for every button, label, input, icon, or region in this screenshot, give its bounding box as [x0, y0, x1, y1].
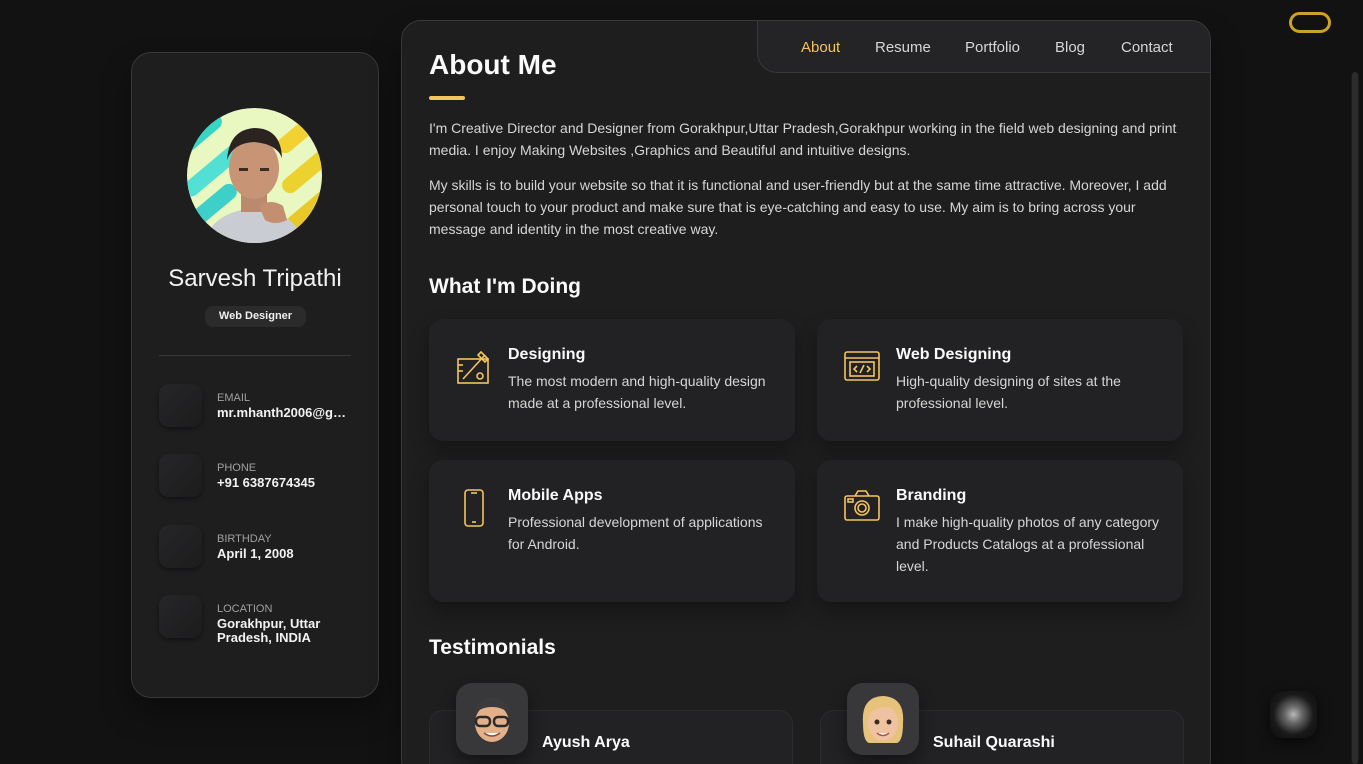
service-card: Mobile Apps Professional development of … [429, 460, 795, 602]
contact-value: April 1, 2008 [217, 546, 294, 561]
contact-email[interactable]: EMAIL mr.mhanth2006@gm... [159, 384, 359, 428]
navbar: About Resume Portfolio Blog Contact [757, 21, 1210, 73]
scrollbar[interactable] [1351, 72, 1359, 764]
smartphone-icon [464, 489, 484, 527]
service-title: Mobile Apps [508, 487, 603, 504]
contact-value[interactable]: +91 6387674345 [217, 476, 352, 490]
theme-toggle[interactable] [1289, 12, 1331, 33]
contact-location: LOCATION Gorakhpur, Uttar Pradesh, INDIA [159, 595, 359, 645]
page-title: About Me [429, 49, 557, 80]
sidebar-divider [159, 355, 351, 356]
service-card: Branding I make high-quality photos of a… [817, 460, 1183, 602]
design-icon [457, 350, 490, 384]
nav-about[interactable]: About [801, 39, 840, 56]
service-card: Web Designing High-quality designing of … [817, 319, 1183, 441]
calendar-icon [159, 525, 202, 568]
service-text: I make high-quality photos of any catego… [896, 514, 1160, 574]
contact-value: Gorakhpur, Uttar Pradesh, INDIA [217, 616, 321, 645]
nav-portfolio[interactable]: Portfolio [965, 39, 1020, 56]
services-heading: What I'm Doing [429, 275, 581, 298]
main-panel: About Resume Portfolio Blog Contact Abou… [401, 20, 1211, 764]
contact-label: BIRTHDAY [217, 533, 272, 545]
service-title: Branding [896, 487, 967, 504]
location-icon [159, 595, 202, 638]
contact-label: EMAIL [217, 392, 251, 404]
profile-title-badge: Web Designer [205, 306, 306, 327]
contact-phone[interactable]: PHONE +91 6387674345 [159, 454, 359, 498]
camera-icon [844, 490, 880, 521]
nav-contact[interactable]: Contact [1121, 39, 1173, 56]
about-paragraph: My skills is to build your website so th… [429, 177, 1167, 237]
avatar [847, 683, 919, 755]
service-title: Web Designing [896, 346, 1012, 363]
testimonial-name: Ayush Arya [542, 734, 630, 751]
profile-sidebar: Sarvesh Tripathi Web Designer EMAIL mr.m… [131, 52, 379, 698]
service-card: Designing The most modern and high-quali… [429, 319, 795, 441]
service-text: High-quality designing of sites at the p… [896, 373, 1121, 411]
service-text: Professional development of applications… [508, 514, 763, 552]
nav-resume[interactable]: Resume [875, 39, 931, 56]
contact-label: PHONE [217, 462, 257, 474]
contact-value[interactable]: mr.mhanth2006@gm... [217, 406, 352, 420]
title-underline [429, 96, 465, 100]
service-text: The most modern and high-quality design … [508, 373, 766, 411]
phone-icon [159, 454, 202, 497]
about-paragraph: I'm Creative Director and Designer from … [429, 120, 1177, 158]
profile-name: Sarvesh Tripathi [168, 265, 342, 292]
scrollbar-thumb[interactable] [1352, 72, 1358, 764]
contact-label: LOCATION [217, 603, 273, 615]
code-window-icon [844, 351, 880, 381]
testimonials-heading: Testimonials [429, 636, 556, 659]
email-icon [159, 384, 202, 427]
service-title: Designing [508, 346, 586, 363]
nav-blog[interactable]: Blog [1055, 39, 1085, 56]
floating-action-button[interactable] [1270, 691, 1317, 738]
avatar [187, 108, 322, 243]
avatar [456, 683, 528, 755]
testimonial-name: Suhail Quarashi [933, 734, 1055, 751]
contact-birthday: BIRTHDAY April 1, 2008 [159, 525, 359, 569]
